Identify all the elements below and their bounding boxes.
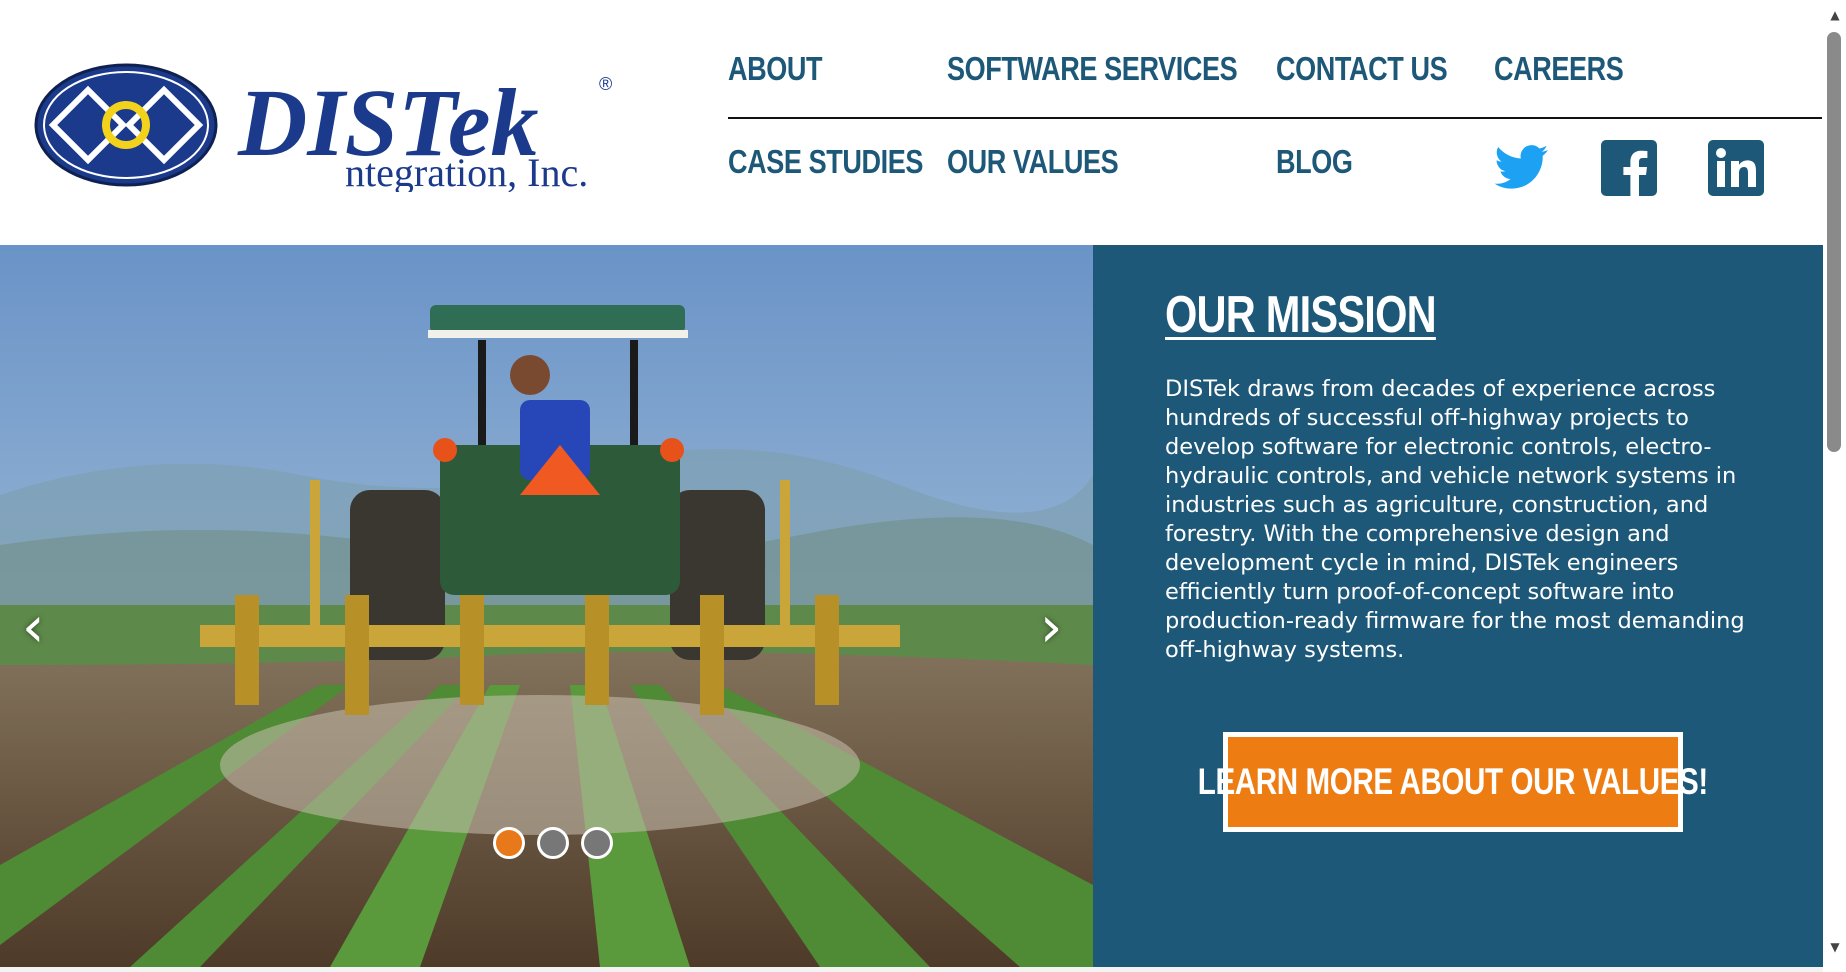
- slider-dot-1[interactable]: [493, 827, 525, 859]
- nav-our-values[interactable]: OUR VALUES: [947, 143, 1119, 181]
- learn-more-values-button[interactable]: LEARN MORE ABOUT OUR VALUES!: [1198, 732, 1708, 832]
- vertical-scrollbar[interactable]: ▲ ▼: [1824, 0, 1846, 972]
- company-logo[interactable]: DISTek ntegration, Inc. ®: [33, 62, 623, 195]
- slider-dot-2[interactable]: [537, 827, 569, 859]
- scrollbar-thumb[interactable]: [1827, 32, 1841, 452]
- logo-subtitle: ntegration, Inc.: [345, 150, 588, 192]
- hero: ‹ › OUR MISSION DISTek draws from decade…: [0, 245, 1823, 967]
- nav-case-studies[interactable]: CASE STUDIES: [728, 143, 923, 181]
- scroll-up-arrow[interactable]: ▲: [1828, 8, 1842, 22]
- scroll-down-arrow[interactable]: ▼: [1828, 940, 1842, 954]
- tractor-field-image: [0, 245, 1093, 967]
- nav-careers[interactable]: CAREERS: [1494, 50, 1624, 88]
- main-nav: ABOUT SOFTWARE SERVICES CONTACT US CAREE…: [728, 0, 1822, 240]
- twitter-icon[interactable]: [1494, 140, 1550, 196]
- slider-prev-arrow[interactable]: ‹: [22, 600, 44, 656]
- nav-contact-us[interactable]: CONTACT US: [1276, 50, 1448, 88]
- mission-panel: OUR MISSION DISTek draws from decades of…: [1093, 245, 1823, 967]
- registered-mark: ®: [599, 74, 612, 94]
- page: DISTek ntegration, Inc. ® ABOUT SOFTWARE…: [0, 0, 1823, 972]
- slider-dot-3[interactable]: [581, 827, 613, 859]
- facebook-icon[interactable]: [1601, 140, 1657, 196]
- nav-blog[interactable]: BLOG: [1276, 143, 1353, 181]
- cta-label: LEARN MORE ABOUT OUR VALUES!: [1197, 761, 1709, 802]
- page-bottom-edge: [0, 967, 1823, 972]
- nav-software-services[interactable]: SOFTWARE SERVICES: [947, 50, 1238, 88]
- nav-divider: [728, 117, 1822, 119]
- mission-title: OUR MISSION: [1165, 286, 1437, 344]
- logo-mark: DISTek ntegration, Inc. ®: [34, 63, 612, 195]
- linkedin-icon[interactable]: [1708, 140, 1764, 196]
- image-slider[interactable]: ‹ ›: [0, 245, 1093, 967]
- slider-dots: [493, 827, 613, 859]
- mission-text: DISTek draws from decades of experience …: [1165, 376, 1745, 663]
- nav-about[interactable]: ABOUT: [728, 50, 823, 88]
- slider-next-arrow[interactable]: ›: [1040, 600, 1062, 656]
